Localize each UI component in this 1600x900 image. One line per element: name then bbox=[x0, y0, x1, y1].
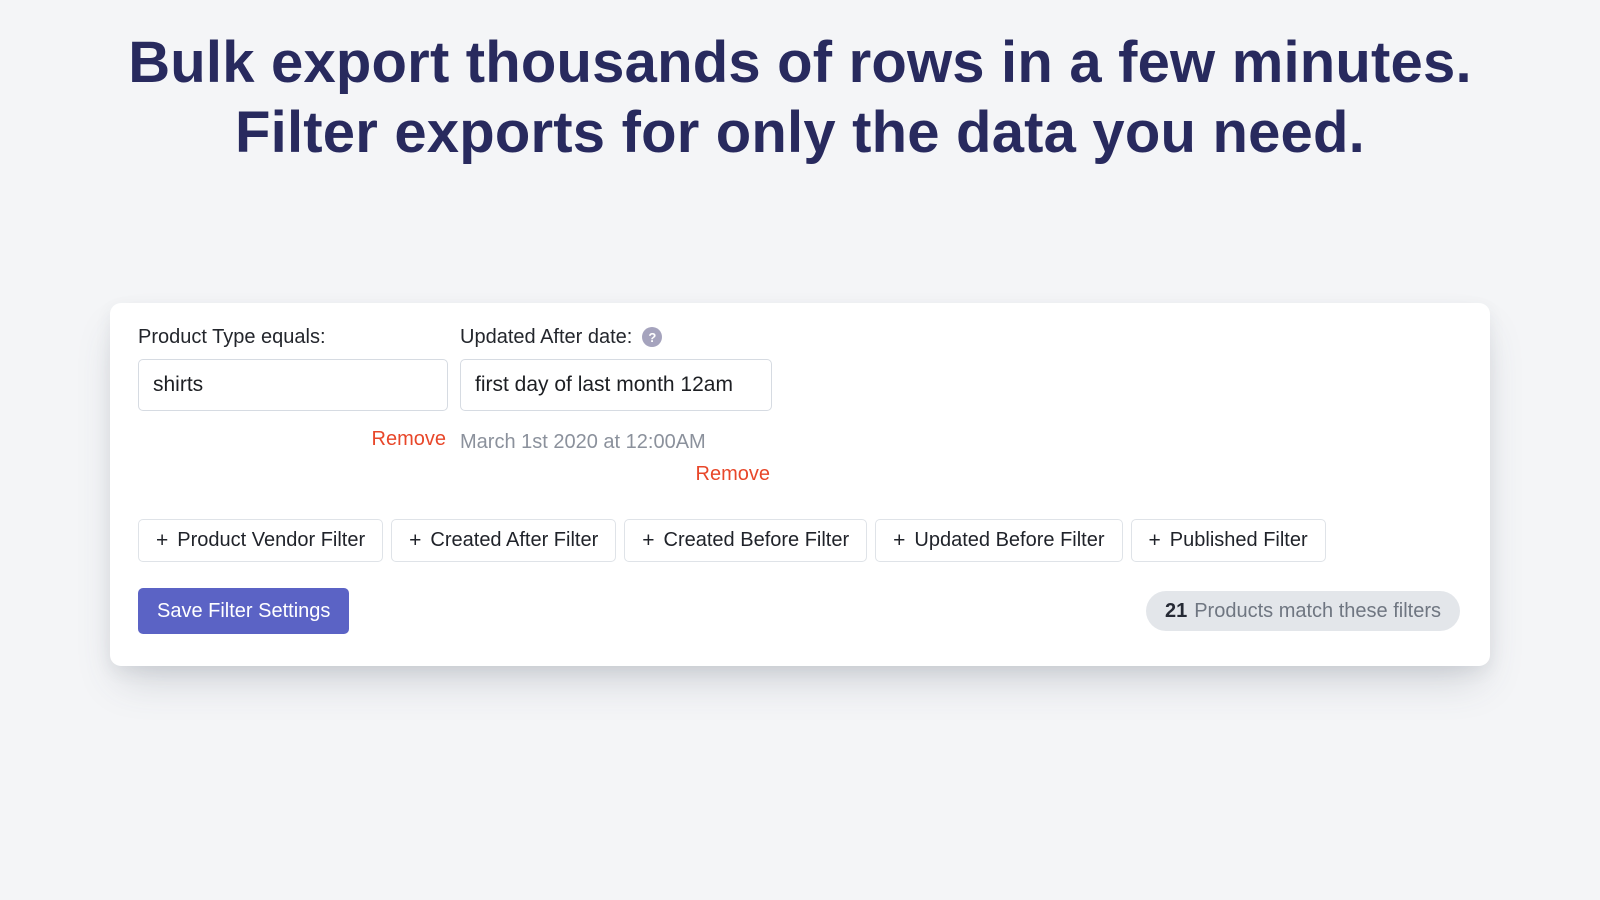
match-count-label: Products match these filters bbox=[1194, 599, 1441, 622]
filter-product-type-label: Product Type equals: bbox=[138, 325, 448, 349]
help-circle-icon[interactable]: ? bbox=[642, 327, 663, 347]
remove-updated-after-filter-link[interactable]: Remove bbox=[460, 462, 772, 486]
filter-updated-after-label-text: Updated After date: bbox=[460, 326, 633, 348]
add-created-before-filter-button[interactable]: + Created Before Filter bbox=[624, 519, 868, 562]
updated-after-resolved-date: March 1st 2020 at 12:00AM bbox=[460, 431, 706, 453]
add-filter-button-label: Published Filter bbox=[1169, 529, 1308, 551]
page-heading-line-1: Bulk export thousands of rows in a few m… bbox=[128, 30, 1472, 95]
plus-icon: + bbox=[1148, 529, 1161, 552]
match-count-badge: 21 Products match these filters bbox=[1145, 591, 1460, 631]
plus-icon: + bbox=[893, 529, 906, 552]
page-heading: Bulk export thousands of rows in a few m… bbox=[0, 28, 1600, 168]
add-filter-button-label: Created After Filter bbox=[430, 529, 599, 551]
filter-updated-after: Updated After date: ? March 1st 2020 at … bbox=[460, 325, 772, 486]
active-filters-row: Product Type equals: Remove Updated Afte… bbox=[138, 325, 784, 486]
product-type-input[interactable] bbox=[138, 359, 448, 411]
filter-settings-card: Product Type equals: Remove Updated Afte… bbox=[110, 303, 1490, 666]
page-heading-line-2: Filter exports for only the data you nee… bbox=[235, 100, 1365, 165]
filter-updated-after-label: Updated After date: ? bbox=[460, 325, 772, 349]
plus-icon: + bbox=[156, 529, 169, 552]
updated-after-date-input[interactable] bbox=[460, 359, 772, 411]
plus-icon: + bbox=[642, 529, 655, 552]
add-created-after-filter-button[interactable]: + Created After Filter bbox=[391, 519, 617, 562]
add-filter-button-label: Updated Before Filter bbox=[914, 529, 1105, 551]
add-published-filter-button[interactable]: + Published Filter bbox=[1130, 519, 1326, 562]
match-count-value: 21 bbox=[1164, 599, 1188, 622]
add-product-vendor-filter-button[interactable]: + Product Vendor Filter bbox=[138, 519, 384, 562]
add-updated-before-filter-button[interactable]: + Updated Before Filter bbox=[875, 519, 1123, 562]
plus-icon: + bbox=[409, 529, 422, 552]
save-filter-settings-button[interactable]: Save Filter Settings bbox=[138, 588, 350, 634]
remove-product-type-filter-link[interactable]: Remove bbox=[138, 427, 448, 451]
add-filter-button-label: Created Before Filter bbox=[663, 529, 850, 551]
card-footer: Save Filter Settings 21 Products match t… bbox=[138, 588, 1460, 634]
filter-product-type: Product Type equals: Remove bbox=[138, 325, 448, 451]
add-filter-button-label: Product Vendor Filter bbox=[177, 529, 366, 551]
filter-product-type-label-text: Product Type equals: bbox=[138, 326, 326, 348]
add-filter-buttons-row: + Product Vendor Filter + Created After … bbox=[138, 519, 1334, 562]
